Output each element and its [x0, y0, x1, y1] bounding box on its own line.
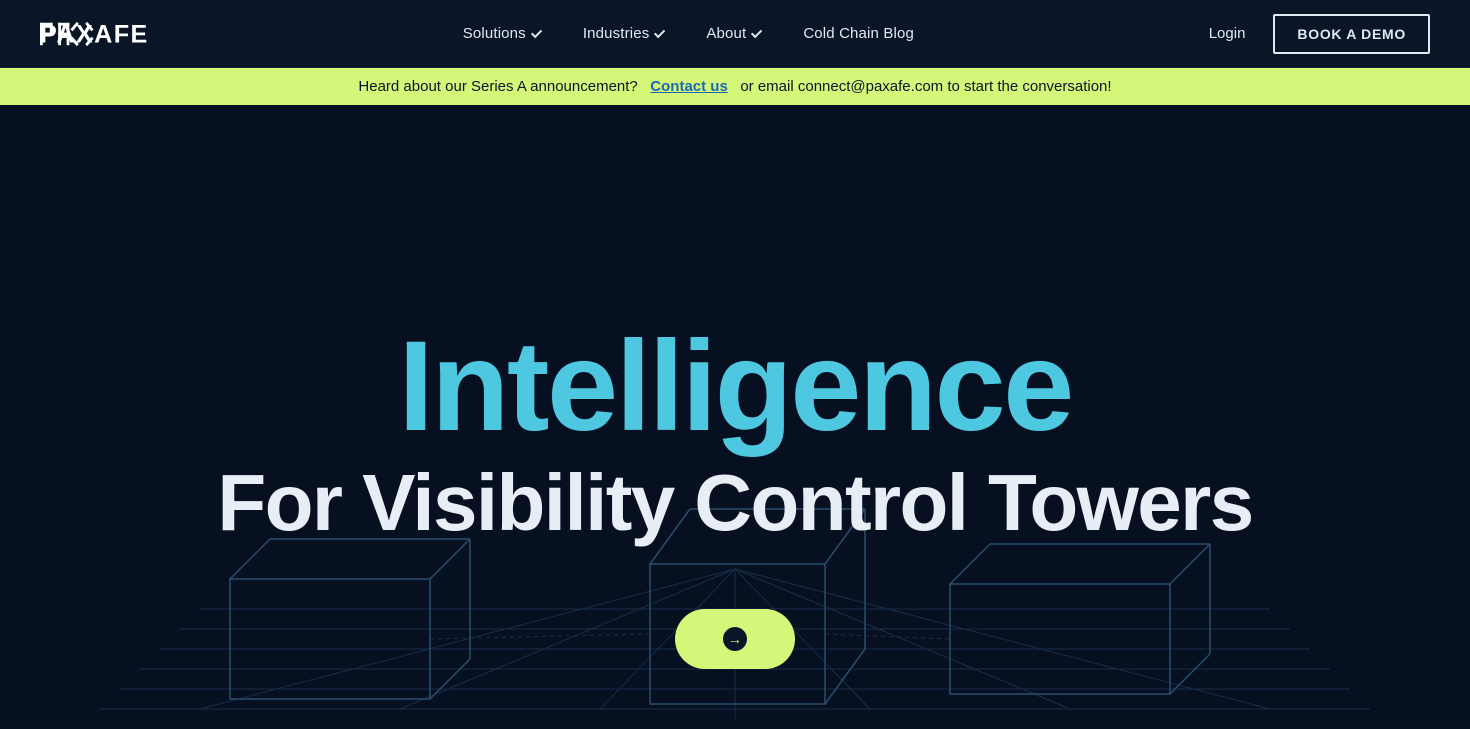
login-link[interactable]: Login — [1197, 17, 1258, 50]
nav-link-solutions[interactable]: Solutions — [447, 17, 559, 50]
nav-link-industries[interactable]: Industries — [567, 17, 683, 50]
hero-cta-wrapper: → — [675, 609, 795, 669]
logo[interactable]: PAXAFE — [40, 20, 180, 48]
banner-text-after: or email connect@paxafe.com to start the… — [740, 78, 1111, 95]
nav-item-industries[interactable]: Industries — [567, 17, 683, 50]
chevron-down-icon — [654, 26, 665, 37]
nav-right: Login BOOK A DEMO — [1197, 14, 1430, 54]
hero-title-line2: For Visibility Control Towers — [217, 459, 1252, 547]
hero-title-line1: Intelligence — [217, 323, 1252, 451]
nav-item-about[interactable]: About — [690, 17, 779, 50]
hero-cta-button[interactable]: → — [675, 609, 795, 669]
svg-text:PAXAFE: PAXAFE — [40, 20, 149, 48]
banner-text-before: Heard about our Series A announcement? — [358, 78, 637, 95]
announcement-banner: Heard about our Series A announcement? C… — [0, 68, 1470, 105]
navbar: PAXAFE Solutions Industries About Cold C… — [0, 0, 1470, 68]
book-demo-button[interactable]: BOOK A DEMO — [1273, 14, 1430, 54]
nav-item-solutions[interactable]: Solutions — [447, 17, 559, 50]
chevron-down-icon — [751, 26, 762, 37]
banner-contact-link[interactable]: Contact us — [650, 78, 728, 95]
paxafe-logo: PAXAFE — [40, 20, 180, 48]
hero-content: Intelligence For Visibility Control Towe… — [217, 323, 1252, 547]
arrow-right-icon: → — [723, 627, 747, 651]
nav-links: Solutions Industries About Cold Chain Bl… — [447, 17, 930, 50]
nav-link-blog[interactable]: Cold Chain Blog — [787, 17, 930, 50]
nav-item-blog[interactable]: Cold Chain Blog — [787, 17, 930, 50]
hero-section: Intelligence For Visibility Control Towe… — [0, 0, 1470, 729]
nav-link-about[interactable]: About — [690, 17, 779, 50]
chevron-down-icon — [531, 26, 542, 37]
